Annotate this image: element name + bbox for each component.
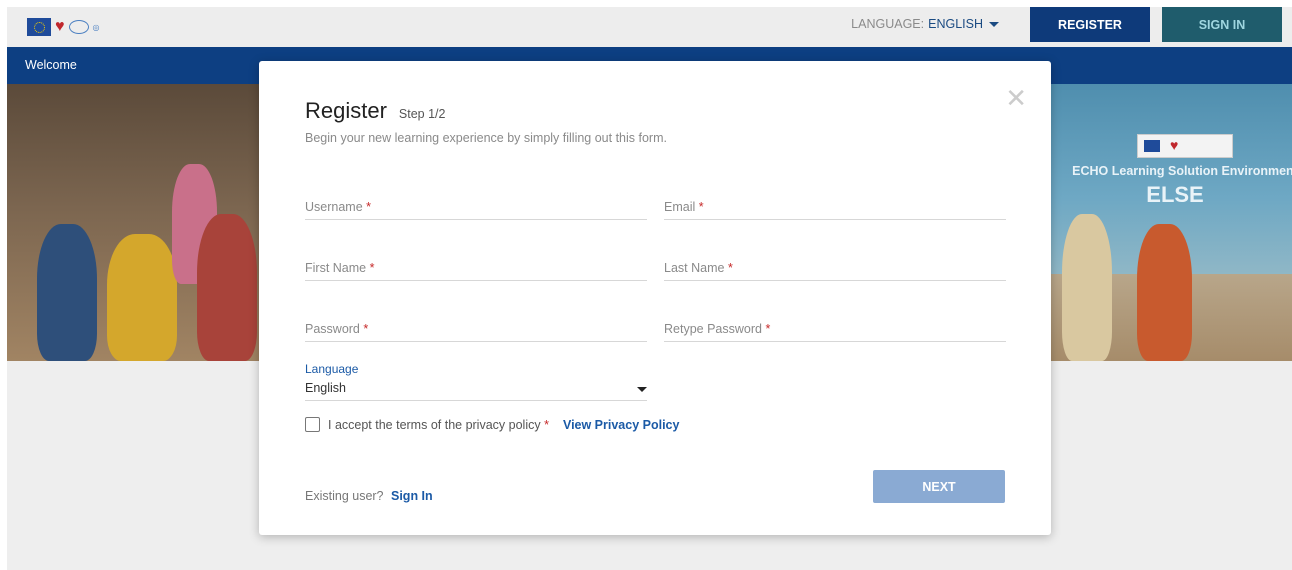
- username-field[interactable]: Username *: [305, 196, 647, 220]
- register-button[interactable]: REGISTER: [1030, 7, 1150, 42]
- password-input[interactable]: [305, 318, 647, 336]
- terms-text: I accept the terms of the privacy policy…: [328, 417, 549, 432]
- hero-figure: [197, 214, 257, 361]
- heart-logo-icon: ♥: [55, 18, 65, 35]
- modal-title-row: Register Step 1/2: [305, 98, 446, 124]
- password-field[interactable]: Password *: [305, 318, 647, 342]
- eu-flag-icon: [27, 18, 51, 36]
- language-selector-label: LANGUAGE:: [851, 17, 925, 31]
- top-bar: ♥ ◎ LANGUAGE: ENGLISH REGISTER SIGN IN: [7, 7, 1292, 47]
- retype-password-field[interactable]: Retype Password *: [664, 318, 1006, 342]
- close-icon[interactable]: ✕: [1005, 85, 1027, 111]
- chevron-down-icon: [989, 21, 999, 27]
- language-dropdown[interactable]: English: [305, 379, 647, 401]
- hero-figure: [37, 224, 97, 361]
- modal-title: Register: [305, 98, 387, 123]
- hero-figure: [1137, 224, 1192, 361]
- email-field[interactable]: Email *: [664, 196, 1006, 220]
- language-field-label: Language: [305, 362, 359, 376]
- language-selector-value: ENGLISH: [928, 17, 983, 31]
- username-input[interactable]: [305, 196, 647, 214]
- email-input[interactable]: [664, 196, 1006, 214]
- nav-welcome-link[interactable]: Welcome: [25, 58, 77, 72]
- hero-subtitle: ECHO Learning Solution Environment: [1072, 164, 1292, 178]
- register-modal: ✕ Register Step 1/2 Begin your new learn…: [259, 61, 1051, 535]
- first-name-input[interactable]: [305, 257, 647, 275]
- existing-user-text: Existing user?: [305, 489, 384, 503]
- language-dropdown-value: English: [305, 381, 346, 395]
- hero-brand: ECHO Learning Solution Environment ELSE: [1065, 134, 1292, 208]
- partner-circle-icon: [68, 20, 89, 34]
- privacy-checkbox[interactable]: [305, 417, 320, 432]
- partner-logos[interactable]: ♥ ◎: [27, 13, 99, 41]
- hero-figure: [107, 234, 177, 361]
- view-privacy-policy-link[interactable]: View Privacy Policy: [563, 418, 680, 432]
- sign-in-link[interactable]: Sign In: [391, 489, 433, 503]
- terms-row: I accept the terms of the privacy policy…: [305, 417, 679, 432]
- sign-in-button[interactable]: SIGN IN: [1162, 7, 1282, 42]
- modal-step: Step 1/2: [398, 107, 446, 121]
- retype-password-input[interactable]: [664, 318, 1006, 336]
- chevron-down-icon: [637, 387, 647, 392]
- hero-logo-icon: [1137, 134, 1233, 158]
- last-name-input[interactable]: [664, 257, 1006, 275]
- page: ♥ ◎ LANGUAGE: ENGLISH REGISTER SIGN IN W…: [7, 7, 1292, 570]
- last-name-field[interactable]: Last Name *: [664, 257, 1006, 281]
- first-name-field[interactable]: First Name *: [305, 257, 647, 281]
- language-selector[interactable]: LANGUAGE: ENGLISH: [851, 17, 999, 31]
- hero-title: ELSE: [1146, 182, 1204, 207]
- existing-user-row: Existing user? Sign In: [305, 489, 433, 503]
- modal-subtitle: Begin your new learning experience by si…: [305, 131, 667, 145]
- hero-figure: [1062, 214, 1112, 361]
- next-button[interactable]: NEXT: [873, 470, 1005, 503]
- partner-badge-icon: ◎: [92, 22, 100, 32]
